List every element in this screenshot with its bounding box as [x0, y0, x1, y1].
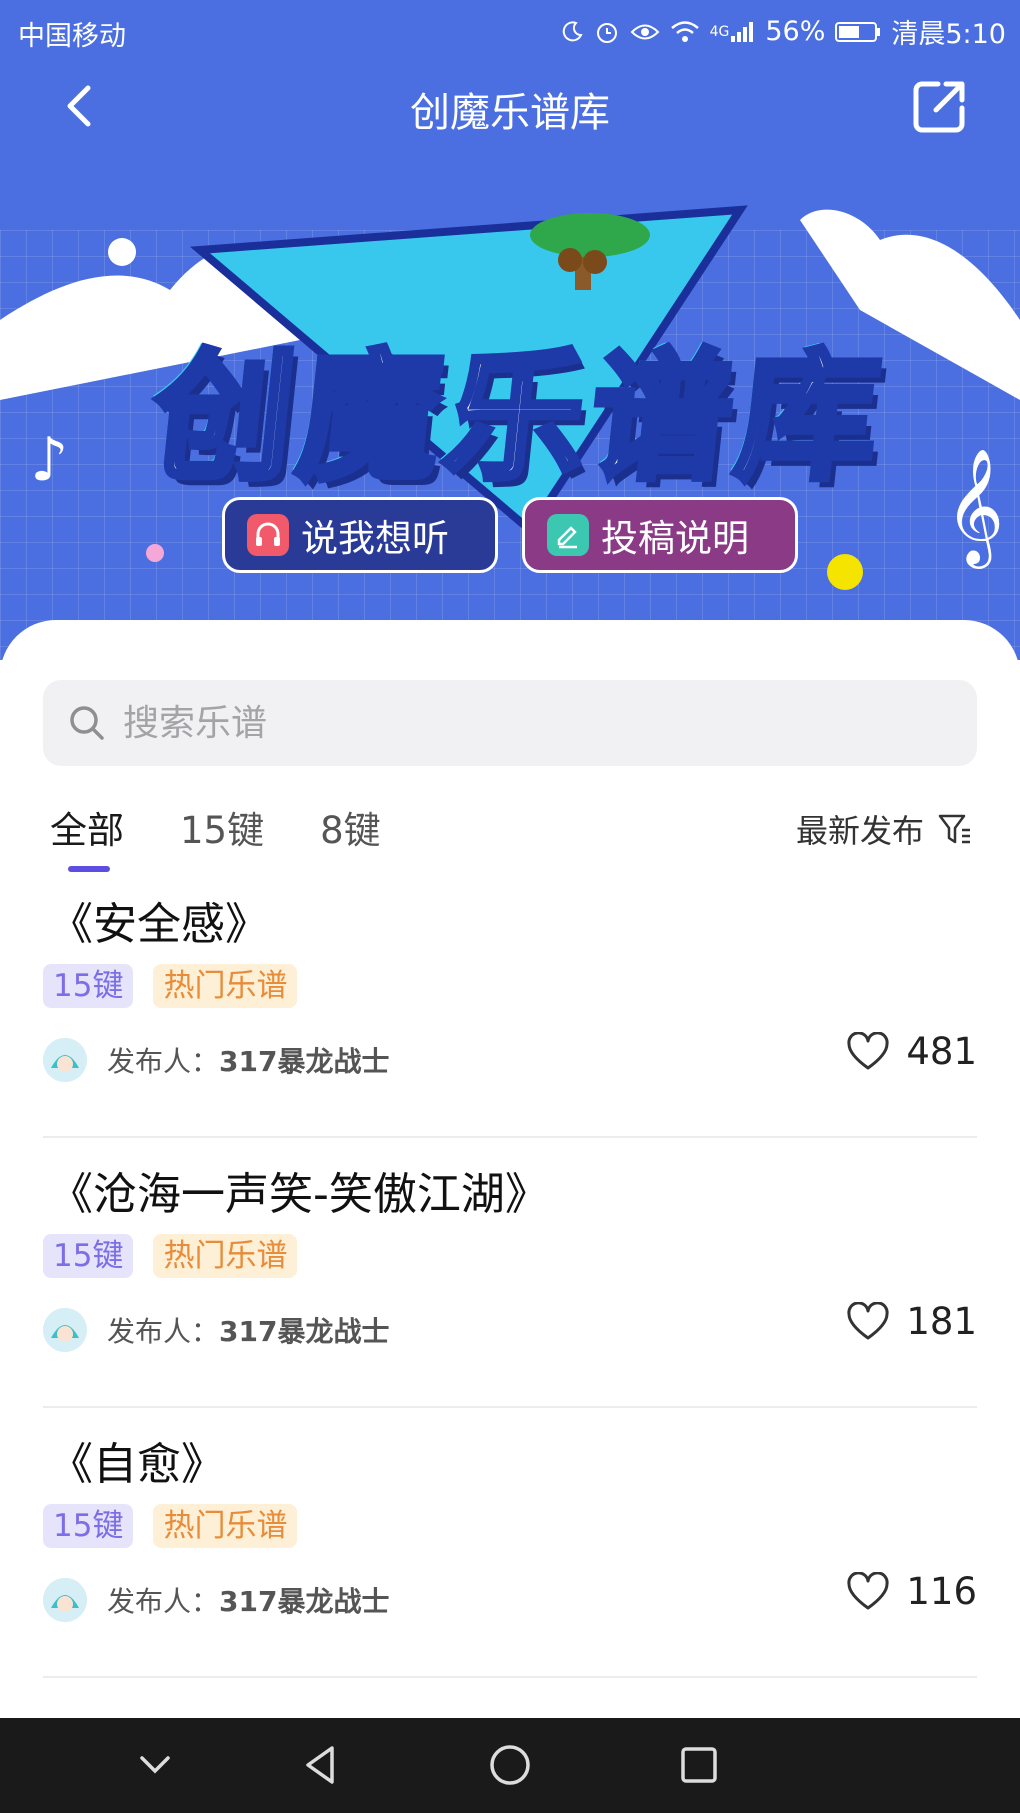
tab-15-keys[interactable]: 15键	[180, 800, 264, 870]
back-triangle-icon[interactable]	[296, 1740, 346, 1790]
like-button[interactable]: 116	[846, 1570, 977, 1613]
hot-tag: 热门乐谱	[153, 1504, 298, 1548]
carrier-label: 中国移动	[18, 21, 126, 52]
avatar	[43, 1578, 87, 1622]
submission-guide-label: 投稿说明	[601, 517, 749, 560]
publisher-name: 317暴龙战士	[219, 1315, 390, 1348]
score-title: 《自愈》	[49, 1439, 225, 1490]
filter-tabs: 全部 15键 8键	[50, 800, 381, 872]
signal-icon: 4G	[710, 20, 756, 44]
battery-icon	[835, 20, 881, 44]
edit-icon	[547, 514, 589, 556]
key-tag: 15键	[43, 1504, 134, 1548]
key-tag: 15键	[43, 964, 134, 1008]
status-bar: 中国移动 4G 56% 清晨5:10	[0, 0, 1020, 60]
search-bar[interactable]	[43, 680, 977, 766]
key-tag: 15键	[43, 1234, 134, 1278]
sort-label: 最新发布	[795, 812, 924, 850]
hot-tag: 热门乐谱	[153, 964, 298, 1008]
system-navigation-bar	[0, 1718, 1020, 1813]
list-item[interactable]: 《自愈》 15键 热门乐谱 发布人： 317暴龙战士 116	[43, 1408, 977, 1678]
network-label: 4G	[709, 23, 730, 40]
filter-icon	[938, 814, 970, 844]
page-title: 创魔乐谱库	[410, 90, 610, 136]
hero-banner: ♪ 𝄞 创魔乐谱库 中国移动 4G 56% 清晨5:10 创魔乐谱库 说我想听 …	[0, 0, 1020, 660]
request-song-label: 说我想听	[301, 517, 449, 560]
alarm-icon	[594, 19, 620, 45]
share-icon	[913, 81, 965, 133]
like-count: 181	[906, 1300, 977, 1343]
headphones-icon	[247, 514, 289, 556]
share-button[interactable]	[910, 78, 968, 136]
heart-icon	[847, 1571, 889, 1609]
wifi-icon	[670, 20, 700, 44]
svg-text:♪: ♪	[30, 425, 68, 495]
publisher-label: 发布人：	[107, 1045, 220, 1078]
sort-dropdown[interactable]: 最新发布	[796, 806, 974, 852]
search-input[interactable]	[121, 701, 945, 745]
svg-text:𝄞: 𝄞	[945, 447, 1004, 569]
hot-tag: 热门乐谱	[153, 1234, 298, 1278]
tab-all[interactable]: 全部	[50, 800, 124, 872]
recents-square-icon[interactable]	[674, 1740, 724, 1790]
list-item[interactable]: 《沧海一声笑-笑傲江湖》 15键 热门乐谱 发布人： 317暴龙战士 181	[43, 1138, 977, 1408]
publisher-label: 发布人：	[107, 1315, 220, 1348]
score-title: 《安全感》	[49, 899, 269, 950]
eye-icon	[630, 21, 660, 43]
search-icon	[70, 706, 104, 740]
avatar	[43, 1038, 87, 1082]
publisher-name: 317暴龙战士	[219, 1585, 390, 1618]
like-button[interactable]: 481	[846, 1030, 977, 1073]
clock: 清晨5:10	[891, 19, 1006, 50]
battery-percent: 56%	[765, 16, 826, 47]
moon-icon	[560, 20, 584, 44]
banner-title: 创魔乐谱库	[142, 334, 895, 503]
request-song-button[interactable]: 说我想听	[222, 497, 498, 573]
publisher-name: 317暴龙战士	[219, 1045, 390, 1078]
publisher-label: 发布人：	[107, 1585, 220, 1618]
score-title: 《沧海一声笑-笑傲江湖》	[49, 1169, 549, 1220]
tab-8-keys[interactable]: 8键	[320, 800, 381, 870]
like-button[interactable]: 181	[846, 1300, 977, 1343]
heart-icon	[847, 1301, 889, 1339]
like-count: 116	[906, 1570, 977, 1613]
top-nav: 创魔乐谱库	[0, 70, 1020, 140]
list-item[interactable]: 《安全感》 15键 热门乐谱 发布人： 317暴龙战士 481	[43, 868, 977, 1138]
submission-guide-button[interactable]: 投稿说明	[522, 497, 798, 573]
like-count: 481	[906, 1030, 977, 1073]
avatar	[43, 1308, 87, 1352]
heart-icon	[847, 1031, 889, 1069]
home-circle-icon[interactable]	[485, 1740, 535, 1790]
chevron-down-icon[interactable]	[130, 1740, 180, 1790]
